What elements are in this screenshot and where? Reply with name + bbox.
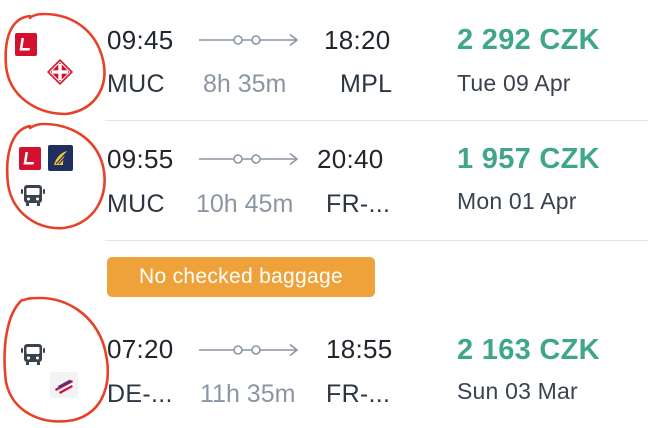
flight-result-card[interactable]: 07:20 18:55 2 163 CZK DE-... 11h 35m FR-… — [0, 292, 648, 428]
route-stops-arrow-icon — [199, 152, 299, 166]
price: 2 292 CZK — [457, 24, 600, 56]
departure-airport: MUC — [107, 70, 165, 98]
departure-airport: MUC — [107, 190, 165, 218]
flight-duration: 10h 45m — [196, 190, 294, 218]
flight-duration: 11h 35m — [200, 380, 296, 408]
flight-duration: 8h 35m — [203, 70, 287, 98]
arrival-airport: MPL — [340, 70, 393, 98]
departure-time: 09:45 — [107, 25, 174, 55]
flight-results-list: 09:45 18:20 2 292 CZK MUC 8h 35m MPL Tue… — [0, 0, 648, 428]
arrival-airport: FR-... — [326, 190, 391, 218]
departure-date: Sun 03 Mar — [457, 378, 578, 404]
lufthansa-l-icon — [19, 147, 41, 170]
departure-airport: DE-... — [107, 380, 173, 408]
departure-time: 09:55 — [107, 144, 174, 174]
price: 1 957 CZK — [457, 143, 600, 175]
route-stops-arrow-icon — [199, 33, 299, 47]
arrival-time: 18:55 — [326, 334, 393, 364]
departure-time: 07:20 — [107, 334, 174, 364]
swiss-cross-pattern-icon — [46, 58, 74, 86]
flight-result-card[interactable]: 09:55 20:40 1 957 CZK MUC 10h 45m FR-...… — [0, 121, 648, 239]
bus-icon — [20, 182, 46, 208]
bus-icon — [20, 341, 46, 367]
departure-date: Tue 09 Apr — [457, 70, 571, 96]
eurowings-stripes-icon — [50, 372, 78, 398]
flight-result-card[interactable]: 09:45 18:20 2 292 CZK MUC 8h 35m MPL Tue… — [0, 0, 648, 120]
arrival-airport: FR-... — [326, 380, 391, 408]
lufthansa-l-icon — [15, 33, 37, 56]
row-divider — [105, 240, 648, 241]
arrival-time: 20:40 — [317, 144, 384, 174]
route-stops-arrow-icon — [199, 343, 299, 357]
departure-date: Mon 01 Apr — [457, 188, 577, 214]
arrival-time: 18:20 — [324, 25, 391, 55]
ryanair-harp-icon — [48, 145, 73, 171]
price: 2 163 CZK — [457, 334, 600, 366]
no-checked-baggage-badge: No checked baggage — [107, 257, 375, 297]
